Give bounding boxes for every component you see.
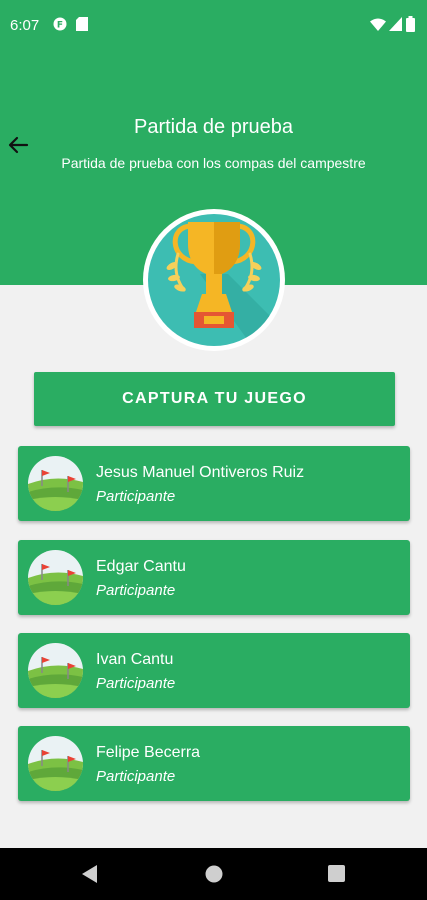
participant-card[interactable]: Felipe Becerra Participante: [18, 726, 410, 801]
signal-icon: [389, 17, 402, 36]
participant-name: Edgar Cantu: [96, 558, 186, 575]
participant-card[interactable]: Edgar Cantu Participante: [18, 540, 410, 615]
recents-square-icon[interactable]: [328, 865, 345, 887]
status-bar: 6:07 F: [0, 0, 427, 55]
capture-game-button[interactable]: CAPTURA TU JUEGO: [34, 372, 395, 426]
page-subtitle: Partida de prueba con los compas del cam…: [61, 155, 366, 171]
back-triangle-icon[interactable]: [82, 865, 98, 888]
golf-course-avatar: [28, 643, 83, 698]
home-circle-icon[interactable]: [205, 865, 223, 888]
battery-icon: [406, 16, 415, 37]
participant-role: Participante: [96, 488, 176, 505]
participant-role: Participante: [96, 582, 176, 599]
golf-course-avatar: [28, 736, 83, 791]
status-time: 6:07: [10, 17, 40, 34]
participant-name: Ivan Cantu: [96, 651, 174, 668]
system-nav-bar: [0, 848, 427, 900]
trophy-avatar: [143, 209, 285, 351]
notification-app-icon: F: [53, 17, 67, 36]
participant-name: Jesus Manuel Ontiveros Ruiz: [96, 464, 305, 481]
participant-card[interactable]: Ivan Cantu Participante: [18, 633, 410, 708]
golf-course-avatar: [28, 456, 83, 511]
sd-card-icon: [76, 17, 88, 36]
participant-card[interactable]: Jesus Manuel Ontiveros Ruiz Participante: [18, 446, 410, 521]
participant-role: Participante: [96, 768, 176, 785]
svg-text:F: F: [57, 21, 63, 31]
participant-role: Participante: [96, 675, 176, 692]
trophy-icon: [166, 222, 280, 346]
page-title: Partida de prueba: [133, 116, 293, 138]
wifi-icon: [370, 18, 386, 36]
golf-course-avatar: [28, 550, 83, 605]
participant-name: Felipe Becerra: [96, 744, 201, 761]
